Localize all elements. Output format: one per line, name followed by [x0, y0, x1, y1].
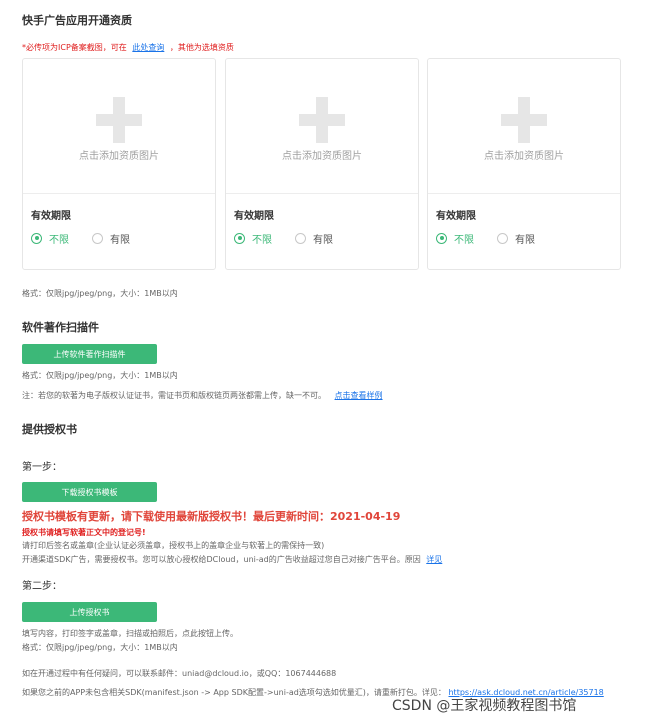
validity-label: 有效期限 — [436, 211, 476, 222]
radio-checked-icon — [436, 232, 447, 244]
step-one-label: 第一步： — [22, 462, 62, 473]
upload-text: 点击添加资质图片 — [282, 151, 362, 162]
query-link[interactable]: 此处查询 — [132, 43, 164, 52]
radio-unchecked-icon — [92, 232, 103, 244]
details-link[interactable]: 详见 — [426, 555, 442, 564]
csdn-watermark: CSDN @王家视频教程图书馆 — [392, 698, 577, 714]
upload-area-2[interactable]: 点击添加资质图片 — [226, 59, 418, 194]
upload-area-3[interactable]: 点击添加资质图片 — [428, 59, 620, 194]
radio-label: 不限 — [454, 234, 474, 246]
validity-label: 有效期限 — [31, 211, 71, 222]
copyright-format-note: 格式：仅限jpg/jpeg/png，大小：1MB以内 — [22, 371, 178, 380]
radio-checked-icon — [234, 232, 245, 244]
step-two-label: 第二步： — [22, 581, 62, 592]
radio-checked-icon — [31, 232, 42, 244]
icp-note-prefix: *必传项为ICP备案截图，可在 — [22, 43, 127, 52]
copyright-remark-text: 注：若您的软著为电子版权认证证书，需证书页和版权链页两张都需上传，缺一不可。 — [22, 391, 326, 400]
section-title-software-copyright: 软件著作扫描件 — [22, 321, 99, 334]
contact-note: 如在开通过程中有任何疑问，可以联系邮件：uniad@dcloud.io，或QQ：… — [22, 669, 337, 678]
validity-label: 有效期限 — [234, 211, 274, 222]
radio-label: 不限 — [49, 234, 69, 246]
radio-limited-3[interactable]: 有限 — [497, 231, 535, 246]
view-sample-link[interactable]: 点击查看样例 — [335, 391, 383, 400]
upload-text: 点击添加资质图片 — [484, 151, 564, 162]
radio-label: 有限 — [110, 234, 130, 246]
section-title-authorization: 提供授权书 — [22, 423, 77, 436]
radio-unlimited-1[interactable]: 不限 — [31, 231, 69, 246]
template-update-warning: 授权书模板有更新，请下载使用最新版授权书！最后更新时间：2021-04-19 — [22, 510, 401, 523]
qualification-card-1: 点击添加资质图片 有效期限 不限 有限 — [22, 58, 216, 270]
upload-instruction: 填写内容，打印签字或盖章，扫描或拍照后，点此按钮上传。 — [22, 629, 238, 638]
radio-label: 有限 — [313, 234, 333, 246]
section-title-qualification: 快手广告应用开通资质 — [22, 14, 132, 27]
radio-unchecked-icon — [497, 232, 508, 244]
plus-icon — [96, 114, 142, 126]
authorization-format-note: 格式：仅限jpg/jpeg/png，大小：1MB以内 — [22, 643, 178, 652]
icp-note: *必传项为ICP备案截图，可在 此处查询 ，其他为选填资质 — [22, 42, 234, 53]
qualification-card-2: 点击添加资质图片 有效期限 不限 有限 — [225, 58, 419, 270]
radio-unchecked-icon — [295, 232, 306, 244]
format-note: 格式：仅限jpg/jpeg/png，大小：1MB以内 — [22, 289, 178, 298]
plus-icon — [299, 114, 345, 126]
radio-label: 不限 — [252, 234, 272, 246]
radio-limited-2[interactable]: 有限 — [295, 231, 333, 246]
sdk-authorization-text: 开通渠道SDK广告，需要授权书。您可以放心授权给DCloud，uni-ad的广告… — [22, 555, 421, 564]
radio-limited-1[interactable]: 有限 — [92, 231, 130, 246]
radio-label: 有限 — [515, 234, 535, 246]
download-template-button[interactable]: 下载授权书模板 — [22, 482, 157, 502]
print-sign-note: 请打印后签名或盖章(企业认证必须盖章，授权书上的盖章企业与软著上的需保持一致) — [22, 541, 325, 550]
sdk-repack-text: 如果您之前的APP未包含相关SDK(manifest.json -> App S… — [22, 688, 446, 697]
qualification-card-3: 点击添加资质图片 有效期限 不限 有限 — [427, 58, 621, 270]
radio-unlimited-2[interactable]: 不限 — [234, 231, 272, 246]
upload-area-1[interactable]: 点击添加资质图片 — [23, 59, 215, 194]
icp-note-suffix: ，其他为选填资质 — [169, 43, 234, 52]
sdk-authorization-note: 开通渠道SDK广告，需要授权书。您可以放心授权给DCloud，uni-ad的广告… — [22, 554, 442, 565]
upload-text: 点击添加资质图片 — [79, 151, 159, 162]
upload-copyright-button[interactable]: 上传软件著作扫描件 — [22, 344, 157, 364]
copyright-remark: 注：若您的软著为电子版权认证证书，需证书页和版权链页两张都需上传，缺一不可。 点… — [22, 390, 383, 401]
upload-authorization-button[interactable]: 上传授权书 — [22, 602, 157, 622]
plus-icon — [501, 114, 547, 126]
registration-number-warning: 授权书请填写软著正文中的登记号! — [22, 528, 146, 537]
radio-unlimited-3[interactable]: 不限 — [436, 231, 474, 246]
